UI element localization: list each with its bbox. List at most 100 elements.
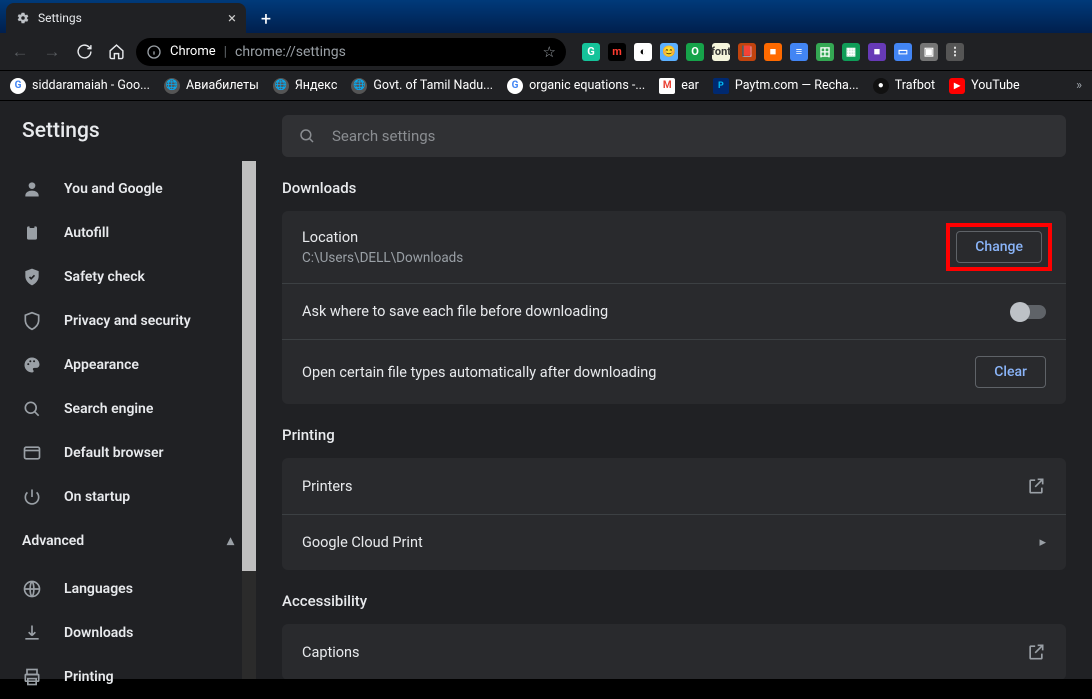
extension-orange-ext[interactable]: ■ xyxy=(764,43,782,61)
open-types-label: Open certain file types automatically af… xyxy=(302,364,656,381)
extension-m-ext[interactable]: m xyxy=(608,43,626,61)
bookmark-item[interactable]: ▶YouTube xyxy=(949,78,1020,94)
tab-close-icon[interactable]: × xyxy=(228,9,236,27)
bookmark-item[interactable]: ●Trafbot xyxy=(873,78,935,94)
sidebar-item-label: Downloads xyxy=(64,625,133,641)
bookmark-label: Paytm.com — Recha... xyxy=(735,78,859,93)
bookmark-item[interactable]: Gsiddaramaiah - Goo... xyxy=(10,78,150,94)
sidebar-item-on-startup[interactable]: On startup xyxy=(0,475,256,519)
bookmark-item[interactable]: Gorganic equations -... xyxy=(507,78,645,94)
cloud-print-row[interactable]: Google Cloud Print ▸ xyxy=(282,514,1066,570)
bookmarks-overflow-icon[interactable]: » xyxy=(1076,78,1082,93)
bookmark-label: Яндекс xyxy=(295,78,338,93)
sidebar-item-privacy-and-security[interactable]: Privacy and security xyxy=(0,299,256,343)
browser-tab[interactable]: Settings × xyxy=(6,3,246,33)
new-tab-button[interactable]: + xyxy=(252,5,280,33)
favicon: 🌐 xyxy=(164,78,180,94)
download-location-row: Location C:\Users\DELL\Downloads Change xyxy=(282,211,1066,283)
favicon: 🌐 xyxy=(273,78,289,94)
browser-toolbar: ← → Chrome | chrome://settings ☆ Gm ◐ 😊 Ofo… xyxy=(0,33,1092,71)
open-types-row: Open certain file types automatically af… xyxy=(282,339,1066,404)
extension-reader-ext[interactable]: 📕 xyxy=(738,43,756,61)
extension-grammarly[interactable]: G xyxy=(582,43,600,61)
clear-button[interactable]: Clear xyxy=(975,356,1046,388)
bookmark-label: YouTube xyxy=(971,78,1020,93)
back-button[interactable]: ← xyxy=(8,40,32,64)
ask-where-toggle[interactable] xyxy=(1012,305,1046,319)
download-icon xyxy=(22,623,42,643)
settings-tab-icon xyxy=(16,11,30,25)
extension-contrast[interactable]: ◐ xyxy=(634,43,652,61)
sidebar-item-label: Default browser xyxy=(64,445,164,461)
change-button[interactable]: Change xyxy=(956,231,1042,263)
sidebar-item-label: Safety check xyxy=(64,269,145,285)
bookmark-label: Govt. of Tamil Nadu... xyxy=(373,78,493,93)
bookmark-item[interactable]: 🌐Govt. of Tamil Nadu... xyxy=(351,78,493,94)
shield-check-icon xyxy=(22,267,42,287)
bookmark-item[interactable]: Mear xyxy=(659,78,699,94)
extension-ublock[interactable]: O xyxy=(686,43,704,61)
chevron-right-icon: ▸ xyxy=(1039,535,1046,550)
sidebar-item-safety-check[interactable]: Safety check xyxy=(0,255,256,299)
extension-slides-ext[interactable]: ▭ xyxy=(894,43,912,61)
forward-button[interactable]: → xyxy=(40,40,64,64)
sidebar-item-appearance[interactable]: Appearance xyxy=(0,343,256,387)
external-link-icon xyxy=(1026,642,1046,662)
extension-emoji-ext[interactable]: 😊 xyxy=(660,43,678,61)
sidebar-item-label: On startup xyxy=(64,489,130,505)
extension-forms-ext[interactable]: ■ xyxy=(868,43,886,61)
print-icon xyxy=(22,667,42,687)
extension-sheets2[interactable]: ▦ xyxy=(842,43,860,61)
site-info-icon[interactable] xyxy=(146,44,162,60)
sidebar-item-autofill[interactable]: Autofill xyxy=(0,211,256,255)
change-highlight: Change xyxy=(946,223,1052,271)
location-label: Location xyxy=(302,229,463,246)
favicon: M xyxy=(659,78,675,94)
extension-font-ext[interactable]: font xyxy=(712,43,730,61)
bookmark-star-icon[interactable]: ☆ xyxy=(543,43,556,61)
printing-section: Printing Printers Google Cloud Print ▸ xyxy=(282,426,1066,570)
bookmark-item[interactable]: PPaytm.com — Recha... xyxy=(713,78,859,94)
sidebar-item-search-engine[interactable]: Search engine xyxy=(0,387,256,431)
url-host: Chrome xyxy=(170,44,216,59)
downloads-section: Downloads Location C:\Users\DELL\Downloa… xyxy=(282,179,1066,404)
bookmark-item[interactable]: 🌐Авиабилеты xyxy=(164,78,259,94)
accessibility-section: Accessibility Captions xyxy=(282,592,1066,679)
sidebar-item-you-and-google[interactable]: You and Google xyxy=(0,167,256,211)
shield-icon xyxy=(22,311,42,331)
settings-main: Search settings Downloads Location C:\Us… xyxy=(256,101,1092,679)
tab-title: Settings xyxy=(38,11,82,25)
search-placeholder: Search settings xyxy=(332,127,435,145)
sidebar-scroll-thumb[interactable] xyxy=(242,161,256,571)
sidebar-item-languages[interactable]: Languages xyxy=(0,567,256,611)
globe-icon xyxy=(22,579,42,599)
settings-sidebar: Settings You and GoogleAutofillSafety ch… xyxy=(0,101,256,679)
settings-page: Settings You and GoogleAutofillSafety ch… xyxy=(0,101,1092,679)
bookmark-label: siddaramaiah - Goo... xyxy=(32,78,150,93)
printing-title: Printing xyxy=(282,426,1066,444)
settings-search[interactable]: Search settings xyxy=(282,115,1066,157)
bookmark-item[interactable]: 🌐 Яндекс xyxy=(273,78,338,94)
sidebar-item-printing[interactable]: Printing xyxy=(0,655,256,699)
accessibility-title: Accessibility xyxy=(282,592,1066,610)
sidebar-item-default-browser[interactable]: Default browser xyxy=(0,431,256,475)
advanced-toggle[interactable]: Advanced ▴ xyxy=(0,519,256,559)
sidebar-item-label: Languages xyxy=(64,581,133,597)
search-icon xyxy=(298,127,316,145)
favicon: G xyxy=(507,78,523,94)
extension-last-ext[interactable]: ⋮ xyxy=(946,43,964,61)
address-bar[interactable]: Chrome | chrome://settings ☆ xyxy=(136,38,566,66)
sidebar-item-label: Appearance xyxy=(64,357,139,373)
reload-button[interactable] xyxy=(72,40,96,64)
extension-gray-ext[interactable]: ▣ xyxy=(920,43,938,61)
sidebar-item-label: Privacy and security xyxy=(64,313,191,329)
extension-docs-ext[interactable]: ≡ xyxy=(790,43,808,61)
printers-row[interactable]: Printers xyxy=(282,458,1066,514)
sidebar-item-label: Search engine xyxy=(64,401,153,417)
captions-row[interactable]: Captions xyxy=(282,624,1066,679)
extension-sheets-badge[interactable]: 田 xyxy=(816,43,834,61)
sidebar-item-downloads[interactable]: Downloads xyxy=(0,611,256,655)
external-link-icon xyxy=(1026,476,1046,496)
home-button[interactable] xyxy=(104,40,128,64)
sidebar-item-label: Autofill xyxy=(64,225,109,241)
